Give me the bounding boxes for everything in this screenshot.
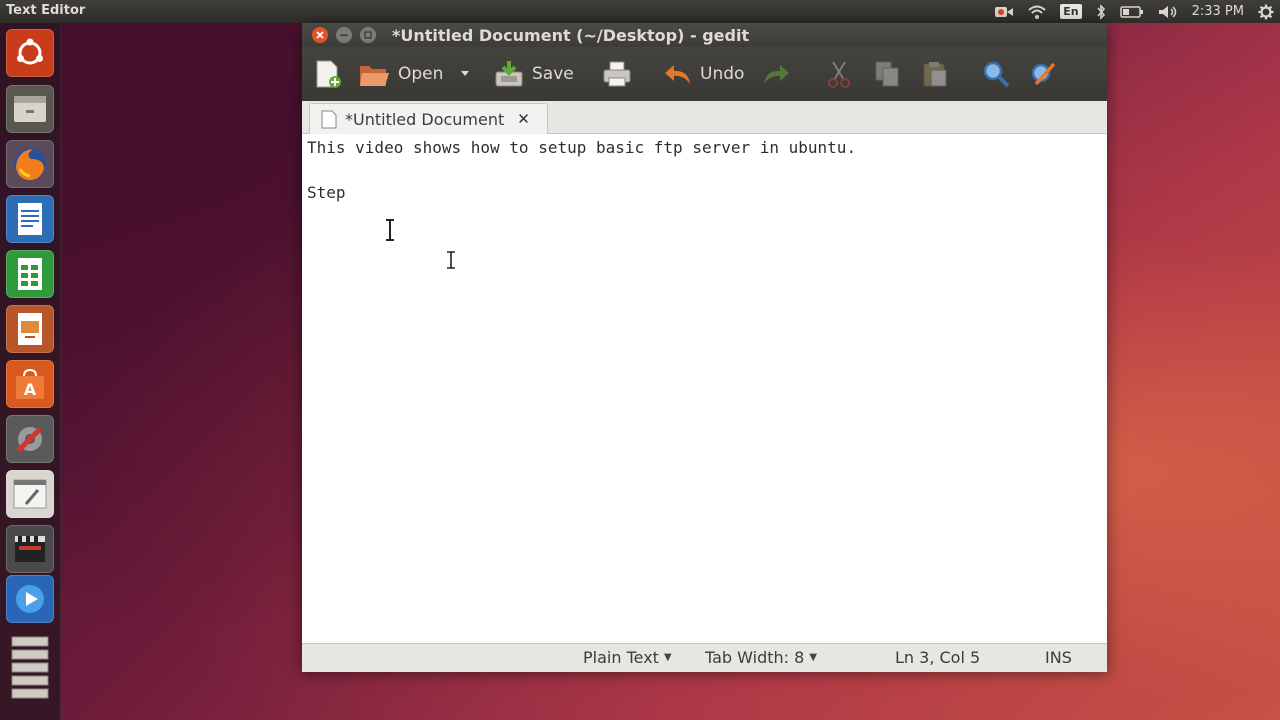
status-bar: Plain Text ▼ Tab Width: 8 ▼ Ln 3, Col 5 … [302,643,1107,672]
tab-width-label: Tab Width: 8 [705,648,805,667]
mouse-pointer-icon [446,251,456,273]
system-settings-icon[interactable] [6,415,54,463]
undo-label: Undo [700,64,745,84]
tab-untitled-document[interactable]: *Untitled Document ✕ [309,103,548,134]
undo-icon [664,62,692,86]
language-label: En [1060,4,1082,19]
print-button[interactable] [602,47,632,101]
maximize-window-button[interactable] [360,27,376,43]
media-player-icon[interactable] [6,575,54,623]
language-icon[interactable]: En [1060,0,1082,23]
redo-button[interactable] [762,47,790,101]
svg-text:A: A [24,380,37,399]
open-button[interactable]: Open [358,47,443,101]
battery-icon[interactable] [1119,0,1144,23]
clock[interactable]: 2:33 PM [1192,0,1244,23]
close-window-button[interactable] [312,27,328,43]
search-icon [982,60,1010,88]
paste-button[interactable] [922,47,948,101]
workspaces-icon[interactable] [6,633,54,713]
chevron-down-icon: ▼ [663,652,672,663]
impress-icon[interactable] [6,305,54,353]
title-bar[interactable]: *Untitled Document (~/Desktop) - gedit [302,23,1107,47]
record-icon[interactable] [994,0,1014,23]
text-editor-area[interactable]: This video shows how to setup basic ftp … [302,134,1107,642]
new-document-button[interactable] [314,47,342,101]
save-label: Save [532,64,574,84]
tab-strip: *Untitled Document ✕ [302,101,1107,134]
new-document-icon [314,59,342,89]
tab-width-selector[interactable]: Tab Width: 8 ▼ [705,648,817,667]
launcher: A [0,23,61,720]
tab-close-button[interactable]: ✕ [517,110,530,128]
open-label: Open [398,64,444,84]
gedit-window: *Untitled Document (~/Desktop) - gedit O… [302,23,1107,672]
software-center-icon[interactable]: A [6,360,54,408]
volume-icon[interactable] [1158,0,1178,23]
indicator-area: En 2:33 PM [994,0,1274,23]
panel-app-title: Text Editor [6,3,86,18]
scissors-icon [828,60,850,88]
copy-button[interactable] [874,47,900,101]
copy-icon [874,60,900,88]
cursor-position: Ln 3, Col 5 [895,648,980,667]
undo-button[interactable]: Undo [664,47,744,101]
cut-button[interactable] [828,47,850,101]
chevron-down-icon: ▼ [809,652,818,663]
video-editor-icon[interactable] [6,525,54,573]
save-button[interactable]: Save [494,47,574,101]
paste-icon [922,60,948,88]
gear-icon[interactable] [1258,0,1274,23]
language-selector[interactable]: Plain Text ▼ [583,648,672,667]
insert-mode: INS [1045,648,1072,667]
cursor-position-label: Ln 3, Col 5 [895,648,981,667]
redo-icon [762,62,790,86]
language-label: Plain Text [583,648,659,667]
text-cursor-icon [384,219,396,245]
window-title: *Untitled Document (~/Desktop) - gedit [392,26,750,45]
open-folder-icon [358,60,390,88]
replace-button[interactable] [1030,47,1058,101]
writer-icon[interactable] [6,195,54,243]
editor-line: Step [307,183,346,202]
top-panel: Text Editor En 2:33 PM [0,0,1280,23]
dash-home-icon[interactable] [6,29,54,77]
calc-icon[interactable] [6,250,54,298]
toolbar: Open Save Undo [302,47,1107,101]
printer-icon [602,60,632,88]
search-button[interactable] [982,47,1010,101]
chevron-down-icon [460,70,470,78]
bluetooth-icon[interactable] [1096,0,1106,23]
files-icon[interactable] [6,85,54,133]
save-icon [494,60,524,88]
insert-mode-label: INS [1045,648,1072,667]
open-recent-dropdown[interactable] [460,47,470,101]
wifi-icon[interactable] [1028,0,1046,23]
text-editor-icon[interactable] [6,470,54,518]
firefox-icon[interactable] [6,140,54,188]
editor-line: This video shows how to setup basic ftp … [307,138,857,157]
find-replace-icon [1030,60,1058,88]
minimize-window-button[interactable] [336,27,352,43]
document-icon [321,110,337,129]
tab-label: *Untitled Document [345,109,505,129]
